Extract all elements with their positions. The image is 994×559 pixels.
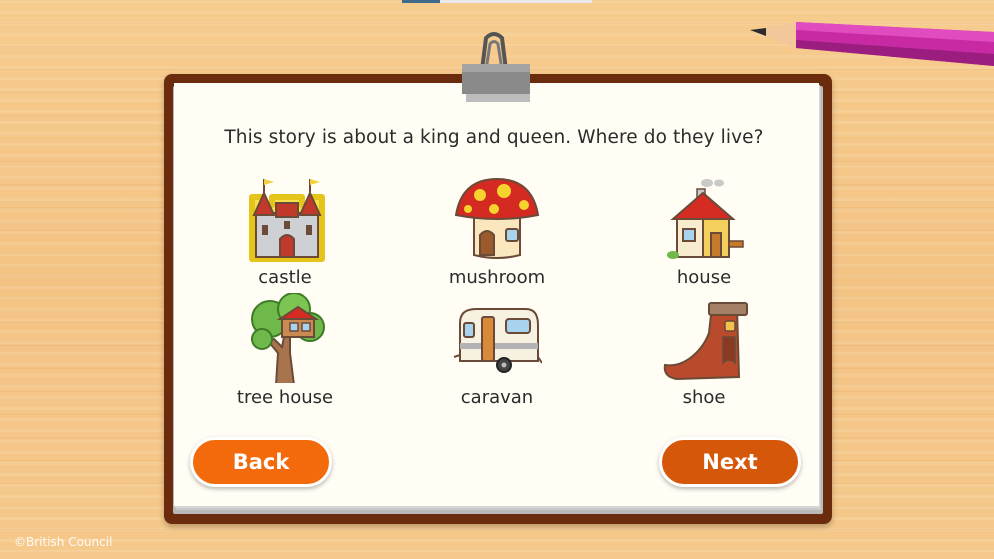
binder-clip-icon (462, 32, 530, 102)
next-button[interactable]: Next (659, 437, 801, 487)
choice-shoe[interactable]: shoe (644, 293, 764, 413)
house-icon (667, 179, 744, 259)
caravan-icon (453, 308, 542, 373)
choice-castle[interactable]: castle (225, 173, 345, 293)
top-tab-strip (402, 0, 592, 3)
back-button[interactable]: Back (190, 437, 332, 487)
choice-caravan[interactable]: caravan (437, 293, 557, 413)
choice-tree-house[interactable]: tree house (225, 293, 345, 413)
copyright-text: ©British Council (14, 535, 113, 549)
shoe-icon (663, 302, 748, 381)
choice-mushroom[interactable]: mushroom (437, 173, 557, 293)
choice-label: house (676, 267, 732, 288)
choice-label: mushroom (448, 267, 546, 288)
question-text: This story is about a king and queen. Wh… (224, 127, 764, 148)
choice-label: castle (258, 267, 312, 288)
choice-house[interactable]: house (644, 173, 764, 293)
choice-label: shoe (682, 387, 726, 408)
choice-label: caravan (460, 387, 534, 408)
choice-label: tree house (236, 387, 334, 408)
castle-icon (249, 179, 325, 262)
tree-house-icon (251, 293, 325, 383)
mushroom-icon (454, 177, 540, 259)
